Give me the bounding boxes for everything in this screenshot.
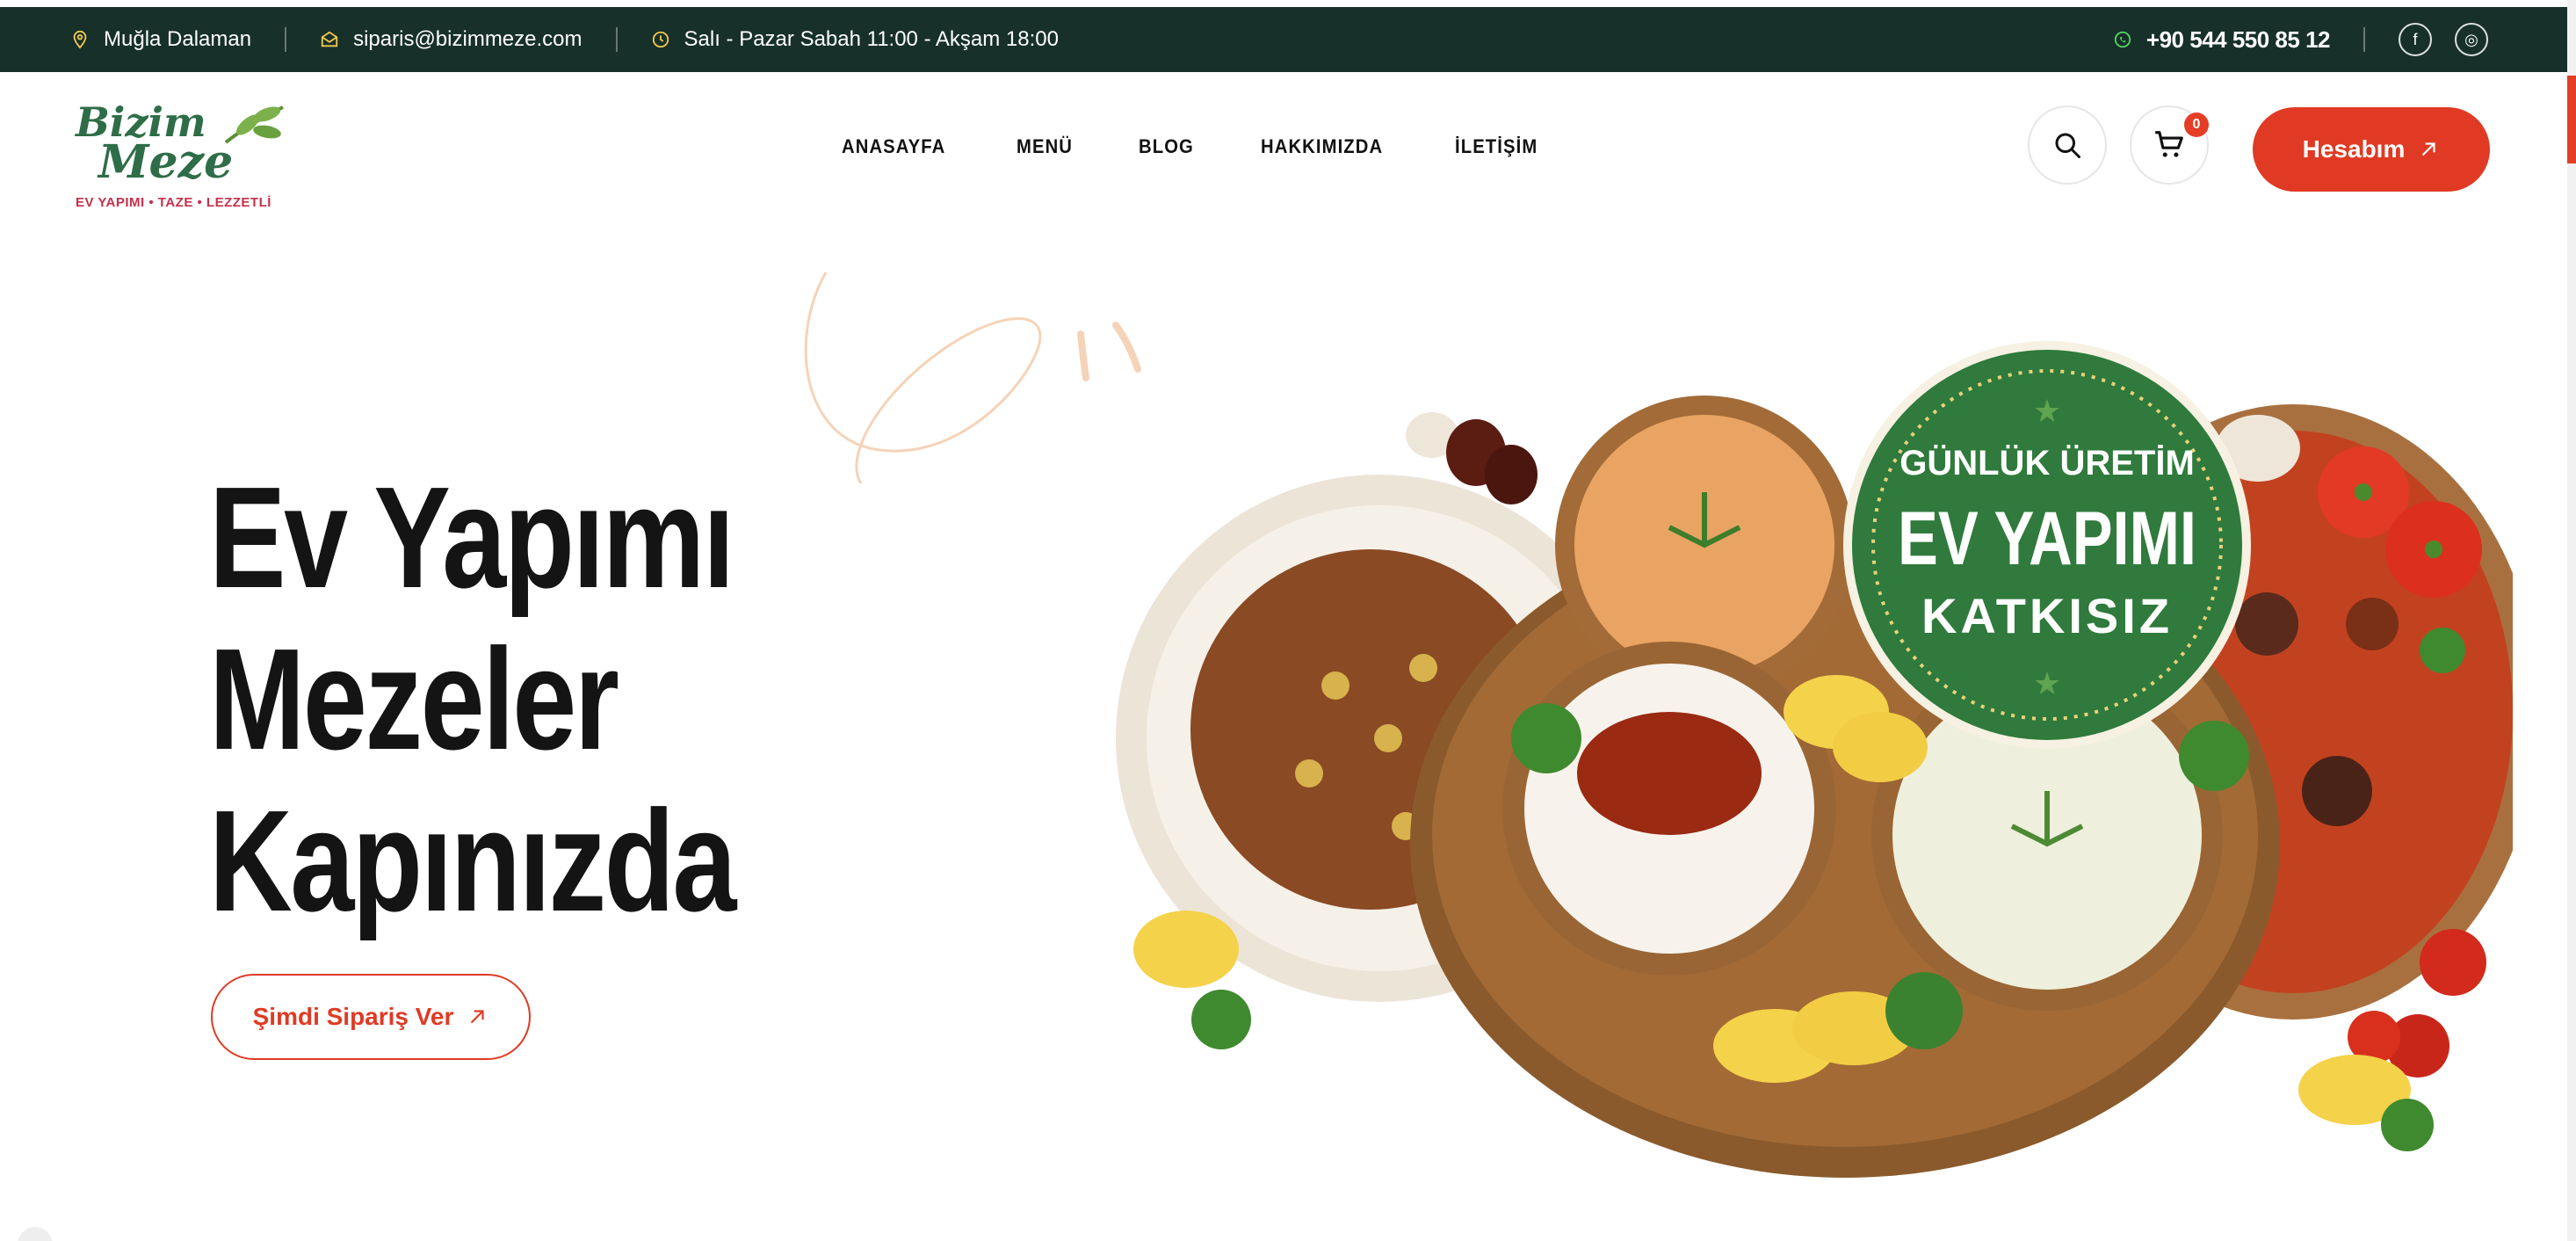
contact-info: Muğla Dalaman siparis@bizimmeze.com Salı… — [70, 27, 1059, 52]
email-link[interactable]: siparis@bizimmeze.com — [353, 27, 582, 52]
olive-leaf-icon — [224, 105, 284, 144]
cart-icon — [2155, 131, 2183, 157]
badge-top-text: GÜNLÜK ÜRETİM — [1899, 443, 2195, 483]
order-now-button[interactable]: Şimdi Sipariş Ver — [211, 974, 531, 1060]
divider — [285, 27, 287, 52]
location-info: Muğla Dalaman — [70, 27, 251, 52]
main-nav: ANASAYFA MENÜ BLOG HAKKIMIZDA İLETİŞİM — [842, 135, 1545, 158]
phone-link[interactable]: +90 544 550 85 12 — [2146, 26, 2331, 54]
nav-item-menu[interactable]: MENÜ — [1017, 135, 1073, 158]
nav-item-contact[interactable]: İLETİŞİM — [1455, 135, 1538, 158]
top-info-bar: Muğla Dalaman siparis@bizimmeze.com Salı… — [0, 7, 2567, 72]
instagram-icon[interactable]: ◎ — [2455, 23, 2488, 56]
logo-word-2: Meze — [98, 135, 234, 189]
clock-icon — [652, 31, 669, 48]
map-pin-icon — [73, 30, 87, 49]
cart-button[interactable]: 0 — [2130, 105, 2209, 185]
arrow-up-right-icon — [471, 1010, 484, 1024]
mail-icon — [321, 31, 338, 47]
cart-count-badge: 0 — [2184, 112, 2209, 137]
email-info[interactable]: siparis@bizimmeze.com — [320, 27, 582, 52]
search-button[interactable] — [2028, 105, 2107, 185]
page-corner-widget[interactable] — [18, 1227, 53, 1241]
hero-title-line-1: Ev Yapımı — [209, 457, 734, 618]
hero-title: Ev Yapımı Mezeler Kapınızda — [209, 457, 842, 942]
divider — [2363, 27, 2365, 52]
hero-title-line-2: Mezeler — [209, 619, 619, 780]
badge-star-top: ★ — [2033, 394, 2061, 430]
account-button-label: Hesabım — [2302, 135, 2406, 163]
meze-platter-image: ★ ★ GÜNLÜK ÜRETİM EV YAPIMI KATKISIZ — [1116, 341, 2513, 1178]
badge-star-bottom: ★ — [2033, 666, 2061, 702]
logo-tagline: EV YAPIMI • TAZE • LEZZETLİ — [76, 195, 271, 210]
whatsapp-icon — [2114, 31, 2131, 48]
topbar-right: +90 544 550 85 12 f ◎ — [2113, 23, 2488, 56]
location-text: Muğla Dalaman — [104, 27, 252, 51]
nav-item-blog[interactable]: BLOG — [1139, 135, 1194, 158]
phone-info[interactable]: +90 544 550 85 12 — [2113, 26, 2331, 54]
order-now-label: Şimdi Sipariş Ver — [252, 1003, 454, 1030]
nav-item-about[interactable]: HAKKIMIZDA — [1261, 135, 1383, 158]
site-header: Bizim Meze EV YAPIMI • TAZE • LEZZETLİ A… — [0, 72, 2567, 227]
hours-text: Salı - Pazar Sabah 11:00 - Akşam 18:00 — [684, 27, 1059, 51]
facebook-icon[interactable]: f — [2399, 23, 2432, 56]
badge-bottom-text: KATKISIZ — [1921, 588, 2173, 643]
badge-main-text: EV YAPIMI — [1898, 497, 2196, 581]
divider — [615, 27, 618, 52]
scrollbar-thumb[interactable] — [2567, 76, 2576, 163]
arrow-up-right-icon — [2422, 142, 2435, 156]
hours-info: Salı - Pazar Sabah 11:00 - Akşam 18:00 — [651, 27, 1059, 52]
nav-item-home[interactable]: ANASAYFA — [842, 135, 945, 158]
search-icon — [2055, 133, 2080, 158]
hero-title-line-3: Kapınızda — [209, 780, 736, 941]
brand-logo[interactable]: Bizim Meze EV YAPIMI • TAZE • LEZZETLİ — [72, 91, 292, 214]
account-button[interactable]: Hesabım — [2253, 107, 2490, 192]
page-scrollbar[interactable] — [2567, 0, 2576, 1241]
